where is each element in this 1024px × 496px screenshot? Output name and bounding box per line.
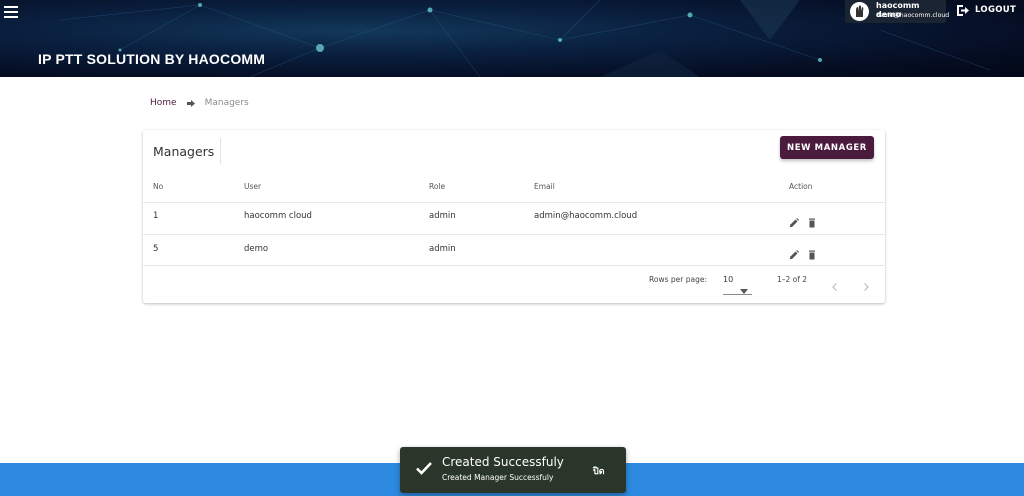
logout-icon: [957, 4, 969, 16]
cell-role: admin: [429, 211, 456, 221]
column-header-email: Email: [534, 182, 555, 191]
row-divider: [143, 265, 885, 266]
success-toast: Created Successfuly Created Manager Succ…: [400, 447, 626, 493]
toast-message: Created Manager Successfuly: [442, 473, 554, 482]
row-divider: [143, 202, 885, 203]
cell-user: haocomm cloud: [244, 211, 312, 221]
card-title: Managers: [153, 144, 215, 159]
breadcrumb: Home Managers: [150, 98, 249, 108]
cell-email: admin@haocomm.cloud: [534, 211, 638, 221]
cell-no: 1: [153, 211, 159, 221]
toast-title: Created Successfuly: [442, 455, 564, 469]
column-header-action: Action: [789, 182, 813, 191]
delete-icon[interactable]: [807, 245, 817, 260]
column-header-role: Role: [429, 182, 446, 191]
user-email: demo@haocomm.cloud: [876, 12, 950, 19]
new-manager-button[interactable]: NEW MANAGER: [780, 136, 874, 159]
logout-label: LOGOUT: [975, 5, 1017, 15]
chevron-right-icon[interactable]: [861, 277, 871, 291]
edit-icon[interactable]: [789, 213, 799, 227]
column-header-user: User: [244, 182, 262, 191]
caret-down-icon: [740, 279, 748, 298]
menu-icon[interactable]: [4, 6, 18, 18]
logout-button[interactable]: LOGOUT: [957, 4, 1016, 16]
arrow-right-icon: [186, 99, 195, 107]
breadcrumb-home[interactable]: Home: [150, 98, 177, 108]
avatar-icon: [850, 2, 869, 21]
cell-no: 5: [153, 244, 159, 254]
toast-close-button[interactable]: ปิด: [593, 464, 605, 478]
app-header: IP PTT SOLUTION BY HAOCOMM haocomm demo …: [0, 0, 1024, 77]
chevron-left-icon[interactable]: [830, 277, 840, 291]
delete-icon[interactable]: [807, 213, 817, 228]
app-title: IP PTT SOLUTION BY HAOCOMM: [38, 51, 266, 67]
rows-per-page-value: 10: [723, 275, 734, 284]
row-divider: [143, 234, 885, 235]
pagination-range: 1–2 of 2: [777, 275, 808, 284]
user-profile[interactable]: haocomm demo demo@haocomm.cloud: [845, 0, 950, 23]
edit-icon[interactable]: [789, 245, 799, 259]
managers-card: Managers NEW MANAGER No User Role Email …: [143, 130, 885, 303]
title-divider: [220, 138, 221, 164]
column-header-no: No: [153, 182, 164, 191]
cell-role: admin: [429, 244, 456, 254]
breadcrumb-current: Managers: [204, 98, 249, 108]
cell-user: demo: [244, 244, 269, 254]
check-icon: [416, 460, 432, 475]
rows-per-page-select[interactable]: 10: [723, 272, 752, 295]
rows-per-page-label: Rows per page:: [649, 275, 707, 284]
